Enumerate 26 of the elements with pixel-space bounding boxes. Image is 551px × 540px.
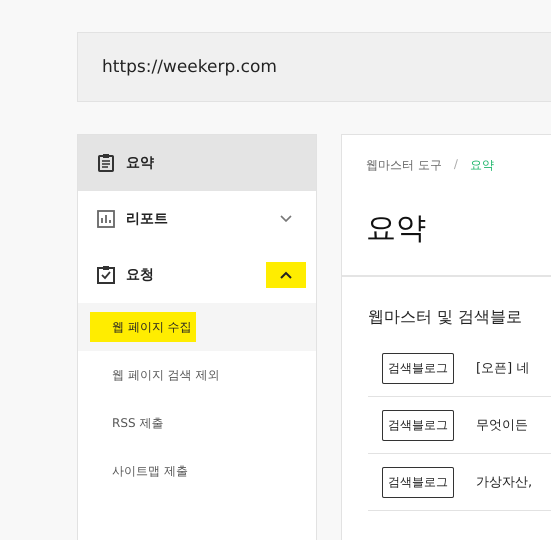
url-text: https://weekerp.com: [102, 57, 277, 77]
submenu-item[interactable]: 웹 페이지 검색 제외: [78, 351, 316, 399]
submenu-item[interactable]: 웹 페이지 수집: [78, 303, 316, 351]
page-title: 요약: [366, 210, 427, 248]
sidebar-item[interactable]: 리포트: [78, 191, 316, 247]
sidebar-item[interactable]: 요약: [78, 135, 316, 191]
chevron-icon[interactable]: [266, 262, 306, 288]
address-bar[interactable]: https://weekerp.com: [77, 32, 551, 102]
submenu-item[interactable]: 사이트맵 제출: [78, 447, 316, 495]
menu-label: 요약: [126, 154, 155, 172]
breadcrumb-link[interactable]: 웹마스터 도구: [366, 157, 442, 174]
clipboard-icon: [96, 153, 116, 173]
breadcrumb-separator: /: [454, 157, 458, 173]
category-tag: 검색블로그: [382, 352, 454, 384]
bar-chart-icon: [96, 209, 116, 229]
menu-label: 요청: [126, 266, 155, 284]
post-title[interactable]: 무엇이든: [476, 416, 528, 434]
category-tag: 검색블로그: [382, 410, 454, 440]
post-title[interactable]: 가상자산,: [476, 473, 532, 491]
menu-label: 리포트: [126, 210, 169, 228]
category-tag: 검색블로그: [382, 466, 454, 498]
section-title: 웹마스터 및 검색블로: [368, 307, 524, 328]
submenu-item[interactable]: RSS 제출: [78, 399, 316, 447]
sidebar-item[interactable]: 요청: [78, 247, 316, 303]
clipboard-check-icon: [96, 265, 116, 285]
post-title[interactable]: [오픈] 네: [476, 359, 530, 377]
